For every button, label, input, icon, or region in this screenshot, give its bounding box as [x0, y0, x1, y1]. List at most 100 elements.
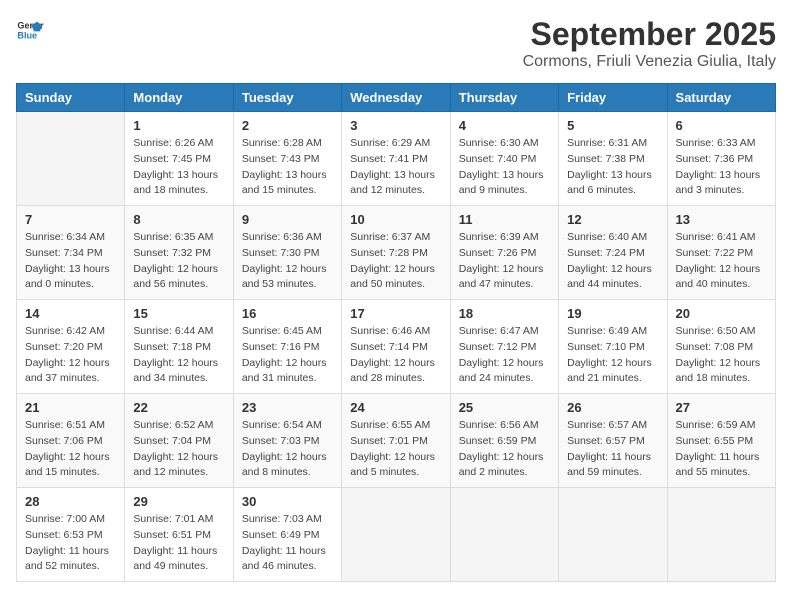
logo: General Blue	[16, 16, 44, 44]
day-info: Sunrise: 6:40 AMSunset: 7:24 PMDaylight:…	[567, 230, 658, 293]
calendar-day-cell: 19 Sunrise: 6:49 AMSunset: 7:10 PMDayligh…	[559, 300, 667, 394]
day-number: 22	[133, 400, 224, 415]
day-number: 28	[25, 494, 116, 509]
calendar-day-cell: 21 Sunrise: 6:51 AMSunset: 7:06 PMDayligh…	[17, 394, 125, 488]
calendar-day-cell: 24 Sunrise: 6:55 AMSunset: 7:01 PMDayligh…	[342, 394, 450, 488]
day-number: 26	[567, 400, 658, 415]
calendar-header-row: SundayMondayTuesdayWednesdayThursdayFrid…	[17, 84, 776, 112]
day-info: Sunrise: 6:29 AMSunset: 7:41 PMDaylight:…	[350, 136, 441, 199]
calendar-week-row: 1Sunrise: 6:26 AMSunset: 7:45 PMDaylight…	[17, 112, 776, 206]
calendar-day-cell: 4 Sunrise: 6:30 AMSunset: 7:40 PMDaylight…	[450, 112, 558, 206]
day-of-week-header: Sunday	[17, 84, 125, 112]
calendar-day-cell: 18Sunrise: 6:47 AMSunset: 7:12 PMDayligh…	[450, 300, 558, 394]
calendar-day-cell: 29Sunrise: 7:01 AMSunset: 6:51 PMDayligh…	[125, 488, 233, 582]
calendar-day-cell: 3 Sunrise: 6:29 AMSunset: 7:41 PMDaylight…	[342, 112, 450, 206]
calendar-day-cell: 1Sunrise: 6:26 AMSunset: 7:45 PMDaylight…	[125, 112, 233, 206]
day-info: Sunrise: 7:03 AMSunset: 6:49 PMDaylight:…	[242, 512, 333, 575]
day-info: Sunrise: 6:50 AMSunset: 7:08 PMDaylight:…	[676, 324, 767, 387]
day-number: 14	[25, 306, 116, 321]
day-info: Sunrise: 6:47 AMSunset: 7:12 PMDaylight:…	[459, 324, 550, 387]
day-of-week-header: Saturday	[667, 84, 775, 112]
calendar-day-cell	[342, 488, 450, 582]
calendar-day-cell: 30 Sunrise: 7:03 AMSunset: 6:49 PMDayligh…	[233, 488, 341, 582]
day-number: 13	[676, 212, 767, 227]
day-of-week-header: Thursday	[450, 84, 558, 112]
day-number: 17	[350, 306, 441, 321]
day-info: Sunrise: 6:45 AMSunset: 7:16 PMDaylight:…	[242, 324, 333, 387]
day-info: Sunrise: 6:34 AMSunset: 7:34 PMDaylight:…	[25, 230, 116, 293]
calendar-day-cell: 10 Sunrise: 6:37 AMSunset: 7:28 PMDayligh…	[342, 206, 450, 300]
day-info: Sunrise: 6:33 AMSunset: 7:36 PMDaylight:…	[676, 136, 767, 199]
calendar-day-cell	[450, 488, 558, 582]
day-number: 30	[242, 494, 333, 509]
day-info: Sunrise: 6:28 AMSunset: 7:43 PMDaylight:…	[242, 136, 333, 199]
day-number: 8	[133, 212, 224, 227]
calendar-week-row: 28 Sunrise: 7:00 AMSunset: 6:53 PMDayligh…	[17, 488, 776, 582]
calendar-day-cell: 13 Sunrise: 6:41 AMSunset: 7:22 PMDayligh…	[667, 206, 775, 300]
day-number: 15	[133, 306, 224, 321]
day-number: 2	[242, 118, 333, 133]
calendar-day-cell: 15Sunrise: 6:44 AMSunset: 7:18 PMDayligh…	[125, 300, 233, 394]
day-number: 23	[242, 400, 333, 415]
day-info: Sunrise: 6:35 AMSunset: 7:32 PMDaylight:…	[133, 230, 224, 293]
calendar-day-cell	[667, 488, 775, 582]
calendar-table: SundayMondayTuesdayWednesdayThursdayFrid…	[16, 83, 776, 582]
day-info: Sunrise: 6:30 AMSunset: 7:40 PMDaylight:…	[459, 136, 550, 199]
calendar-week-row: 21 Sunrise: 6:51 AMSunset: 7:06 PMDayligh…	[17, 394, 776, 488]
location-title: Cormons, Friuli Venezia Giulia, Italy	[523, 53, 776, 71]
day-number: 24	[350, 400, 441, 415]
day-number: 19	[567, 306, 658, 321]
calendar-day-cell: 7Sunrise: 6:34 AMSunset: 7:34 PMDaylight…	[17, 206, 125, 300]
day-number: 27	[676, 400, 767, 415]
day-info: Sunrise: 6:26 AMSunset: 7:45 PMDaylight:…	[133, 136, 224, 199]
day-info: Sunrise: 6:55 AMSunset: 7:01 PMDaylight:…	[350, 418, 441, 481]
calendar-day-cell	[17, 112, 125, 206]
calendar-day-cell: 14 Sunrise: 6:42 AMSunset: 7:20 PMDayligh…	[17, 300, 125, 394]
day-info: Sunrise: 6:52 AMSunset: 7:04 PMDaylight:…	[133, 418, 224, 481]
calendar-day-cell: 28 Sunrise: 7:00 AMSunset: 6:53 PMDayligh…	[17, 488, 125, 582]
day-of-week-header: Wednesday	[342, 84, 450, 112]
day-info: Sunrise: 6:39 AMSunset: 7:26 PMDaylight:…	[459, 230, 550, 293]
calendar-day-cell: 12 Sunrise: 6:40 AMSunset: 7:24 PMDayligh…	[559, 206, 667, 300]
logo-icon: General Blue	[16, 16, 44, 44]
day-number: 20	[676, 306, 767, 321]
svg-text:Blue: Blue	[17, 30, 37, 40]
day-number: 6	[676, 118, 767, 133]
calendar-day-cell: 5Sunrise: 6:31 AMSunset: 7:38 PMDaylight…	[559, 112, 667, 206]
day-info: Sunrise: 6:36 AMSunset: 7:30 PMDaylight:…	[242, 230, 333, 293]
day-info: Sunrise: 6:51 AMSunset: 7:06 PMDaylight:…	[25, 418, 116, 481]
calendar-day-cell: 9Sunrise: 6:36 AMSunset: 7:30 PMDaylight…	[233, 206, 341, 300]
calendar-day-cell: 17 Sunrise: 6:46 AMSunset: 7:14 PMDayligh…	[342, 300, 450, 394]
calendar-day-cell: 20 Sunrise: 6:50 AMSunset: 7:08 PMDayligh…	[667, 300, 775, 394]
page-header: General Blue September 2025 Cormons, Fri…	[16, 16, 776, 71]
day-info: Sunrise: 6:41 AMSunset: 7:22 PMDaylight:…	[676, 230, 767, 293]
month-title: September 2025	[523, 16, 776, 53]
day-info: Sunrise: 6:42 AMSunset: 7:20 PMDaylight:…	[25, 324, 116, 387]
calendar-day-cell: 23 Sunrise: 6:54 AMSunset: 7:03 PMDayligh…	[233, 394, 341, 488]
calendar-day-cell: 26Sunrise: 6:57 AMSunset: 6:57 PMDayligh…	[559, 394, 667, 488]
calendar-day-cell: 6 Sunrise: 6:33 AMSunset: 7:36 PMDaylight…	[667, 112, 775, 206]
calendar-day-cell: 11Sunrise: 6:39 AMSunset: 7:26 PMDayligh…	[450, 206, 558, 300]
day-number: 16	[242, 306, 333, 321]
day-number: 21	[25, 400, 116, 415]
day-info: Sunrise: 6:46 AMSunset: 7:14 PMDaylight:…	[350, 324, 441, 387]
calendar-day-cell: 2 Sunrise: 6:28 AMSunset: 7:43 PMDaylight…	[233, 112, 341, 206]
day-number: 12	[567, 212, 658, 227]
calendar-week-row: 7Sunrise: 6:34 AMSunset: 7:34 PMDaylight…	[17, 206, 776, 300]
day-info: Sunrise: 6:59 AMSunset: 6:55 PMDaylight:…	[676, 418, 767, 481]
day-info: Sunrise: 7:01 AMSunset: 6:51 PMDaylight:…	[133, 512, 224, 575]
day-number: 3	[350, 118, 441, 133]
day-number: 4	[459, 118, 550, 133]
day-number: 5	[567, 118, 658, 133]
day-info: Sunrise: 6:37 AMSunset: 7:28 PMDaylight:…	[350, 230, 441, 293]
day-info: Sunrise: 6:54 AMSunset: 7:03 PMDaylight:…	[242, 418, 333, 481]
day-info: Sunrise: 6:49 AMSunset: 7:10 PMDaylight:…	[567, 324, 658, 387]
day-info: Sunrise: 6:56 AMSunset: 6:59 PMDaylight:…	[459, 418, 550, 481]
day-info: Sunrise: 7:00 AMSunset: 6:53 PMDaylight:…	[25, 512, 116, 575]
day-number: 25	[459, 400, 550, 415]
calendar-day-cell: 25 Sunrise: 6:56 AMSunset: 6:59 PMDayligh…	[450, 394, 558, 488]
day-number: 10	[350, 212, 441, 227]
calendar-day-cell: 8 Sunrise: 6:35 AMSunset: 7:32 PMDaylight…	[125, 206, 233, 300]
calendar-day-cell: 22 Sunrise: 6:52 AMSunset: 7:04 PMDayligh…	[125, 394, 233, 488]
day-of-week-header: Monday	[125, 84, 233, 112]
